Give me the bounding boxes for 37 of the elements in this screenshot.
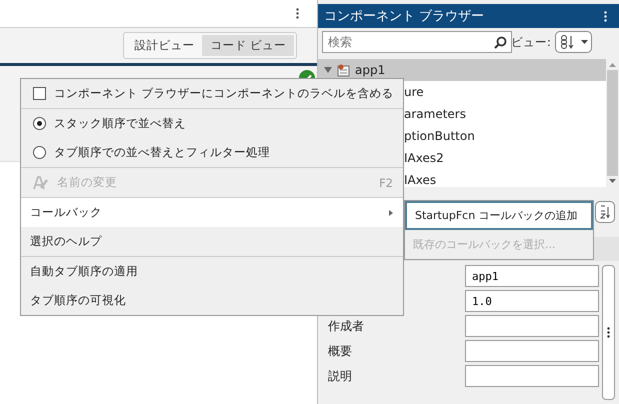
more-options-icon[interactable] bbox=[296, 8, 299, 19]
checkbox[interactable] bbox=[33, 87, 46, 100]
tree-item[interactable]: app1 bbox=[318, 59, 606, 81]
caret-icon bbox=[580, 40, 588, 44]
menu-item[interactable]: スタック順序で並べ替え bbox=[21, 109, 403, 138]
menu-item[interactable]: タブ順序での並べ替えとフィルター処理 bbox=[21, 138, 403, 167]
sort-icon bbox=[599, 205, 611, 219]
radio-button[interactable] bbox=[33, 146, 46, 159]
expand-icon bbox=[324, 67, 332, 73]
more-options-icon[interactable] bbox=[607, 327, 610, 338]
sort-button[interactable] bbox=[595, 201, 615, 223]
property-label: 説明 bbox=[328, 368, 353, 384]
panel-title: コンポーネント ブラウザー bbox=[324, 8, 484, 25]
scroll-down-icon[interactable] bbox=[609, 179, 616, 183]
view-label: ビュー: bbox=[511, 34, 551, 50]
property-field[interactable] bbox=[465, 340, 599, 362]
menu-item[interactable]: StartupFcn コールバックの追加 bbox=[405, 201, 593, 230]
property-field[interactable] bbox=[465, 315, 599, 337]
property-field[interactable]: 1.0 bbox=[465, 290, 599, 312]
scrollbar[interactable] bbox=[602, 265, 615, 400]
more-options-icon[interactable] bbox=[604, 10, 607, 22]
menu-item[interactable]: コールバック bbox=[21, 198, 403, 227]
submenu-arrow-icon bbox=[389, 210, 393, 216]
menu-item[interactable]: コンポーネント ブラウザーにコンポーネントのラベルを含める bbox=[21, 79, 403, 108]
menu-item[interactable]: 自動タブ順序の適用 bbox=[21, 257, 403, 286]
view-tab[interactable]: コード ビュー bbox=[202, 35, 294, 56]
radio-button[interactable] bbox=[33, 117, 46, 130]
search-field[interactable]: 検索 bbox=[322, 31, 512, 53]
property-field[interactable]: app1 bbox=[465, 265, 599, 287]
property-label: 作成者 bbox=[328, 318, 365, 334]
rename-icon bbox=[33, 174, 49, 190]
menu-item[interactable]: タブ順序の可視化 bbox=[21, 286, 403, 315]
view-dropdown[interactable] bbox=[554, 31, 592, 53]
view-tab[interactable]: 設計ビュー bbox=[126, 35, 202, 56]
menu-item[interactable]: 選択のヘルプ bbox=[21, 227, 403, 256]
property-field[interactable] bbox=[465, 365, 599, 387]
property-label: 概要 bbox=[328, 342, 353, 360]
